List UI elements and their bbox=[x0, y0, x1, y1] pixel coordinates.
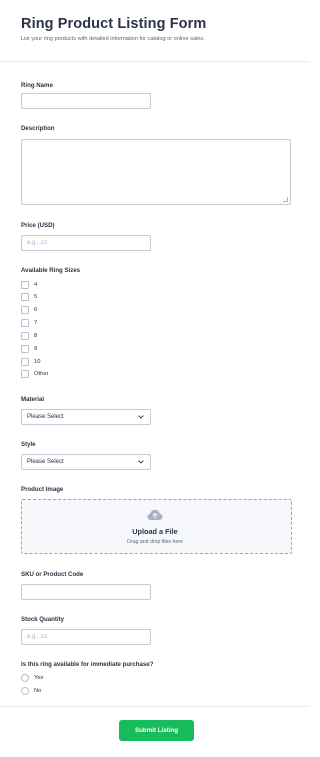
resize-handle-icon[interactable] bbox=[283, 197, 288, 202]
radio-button[interactable] bbox=[21, 674, 29, 682]
size-option-other[interactable]: Other bbox=[21, 369, 49, 379]
size-option-label: Other bbox=[34, 371, 49, 377]
stock-quantity-label: Stock Quantity bbox=[21, 616, 65, 623]
ring-sizes-label: Available Ring Sizes bbox=[21, 267, 81, 274]
material-label: Material bbox=[21, 396, 45, 403]
size-option-label: 10 bbox=[34, 359, 41, 365]
submit-listing-button[interactable]: Submit Listing bbox=[119, 720, 194, 741]
checkbox[interactable] bbox=[21, 370, 29, 378]
size-option-5[interactable]: 5 bbox=[21, 292, 37, 302]
radio-label: Yes bbox=[34, 675, 44, 681]
checkbox[interactable] bbox=[21, 306, 29, 314]
material-selected-value: Please Select bbox=[27, 414, 64, 420]
description-textarea[interactable] bbox=[21, 139, 291, 205]
size-option-8[interactable]: 8 bbox=[21, 331, 37, 341]
checkbox[interactable] bbox=[21, 319, 29, 327]
sku-input[interactable] bbox=[21, 584, 151, 600]
size-option-label: 8 bbox=[34, 333, 38, 339]
availability-option-no[interactable]: No bbox=[21, 686, 41, 696]
size-option-label: 9 bbox=[34, 346, 38, 352]
availability-label: Is this ring available for immediate pur… bbox=[21, 661, 154, 668]
material-select[interactable]: Please Select bbox=[21, 409, 151, 425]
upload-title: Upload a File bbox=[132, 527, 178, 536]
checkbox[interactable] bbox=[21, 332, 29, 340]
size-option-9[interactable]: 9 bbox=[21, 344, 37, 354]
sku-label: SKU or Product Code bbox=[21, 571, 84, 578]
form-title: Ring Product Listing Form bbox=[21, 16, 207, 32]
description-label: Description bbox=[21, 125, 55, 132]
style-label: Style bbox=[21, 441, 36, 448]
size-option-label: 4 bbox=[34, 282, 38, 288]
chevron-down-icon bbox=[137, 458, 145, 466]
size-option-7[interactable]: 7 bbox=[21, 318, 37, 328]
size-option-label: 7 bbox=[34, 320, 38, 326]
stock-quantity-input[interactable] bbox=[21, 629, 151, 645]
chevron-down-icon bbox=[137, 413, 145, 421]
upload-hint: Drag and drop files here bbox=[127, 539, 183, 545]
size-option-label: 6 bbox=[34, 307, 38, 313]
size-option-10[interactable]: 10 bbox=[21, 357, 40, 367]
size-option-6[interactable]: 6 bbox=[21, 305, 37, 315]
form-header: Ring Product Listing Form List your ring… bbox=[0, 0, 310, 62]
radio-label: No bbox=[34, 688, 42, 694]
product-image-label: Product Image bbox=[21, 486, 64, 493]
checkbox[interactable] bbox=[21, 281, 29, 289]
size-option-4[interactable]: 4 bbox=[21, 280, 37, 290]
ring-name-label: Ring Name bbox=[21, 82, 53, 89]
ring-name-input[interactable] bbox=[21, 93, 151, 109]
style-select[interactable]: Please Select bbox=[21, 454, 151, 470]
availability-option-yes[interactable]: Yes bbox=[21, 673, 43, 683]
style-selected-value: Please Select bbox=[27, 459, 64, 465]
size-option-label: 5 bbox=[34, 294, 38, 300]
cloud-upload-icon bbox=[147, 508, 163, 520]
checkbox[interactable] bbox=[21, 293, 29, 301]
radio-button[interactable] bbox=[21, 687, 29, 695]
footer-divider bbox=[0, 706, 310, 707]
checkbox[interactable] bbox=[21, 358, 29, 366]
checkbox[interactable] bbox=[21, 345, 29, 353]
form-subtitle: List your ring products with detailed in… bbox=[21, 36, 205, 42]
price-label: Price (USD) bbox=[21, 222, 55, 229]
price-input[interactable] bbox=[21, 235, 151, 251]
